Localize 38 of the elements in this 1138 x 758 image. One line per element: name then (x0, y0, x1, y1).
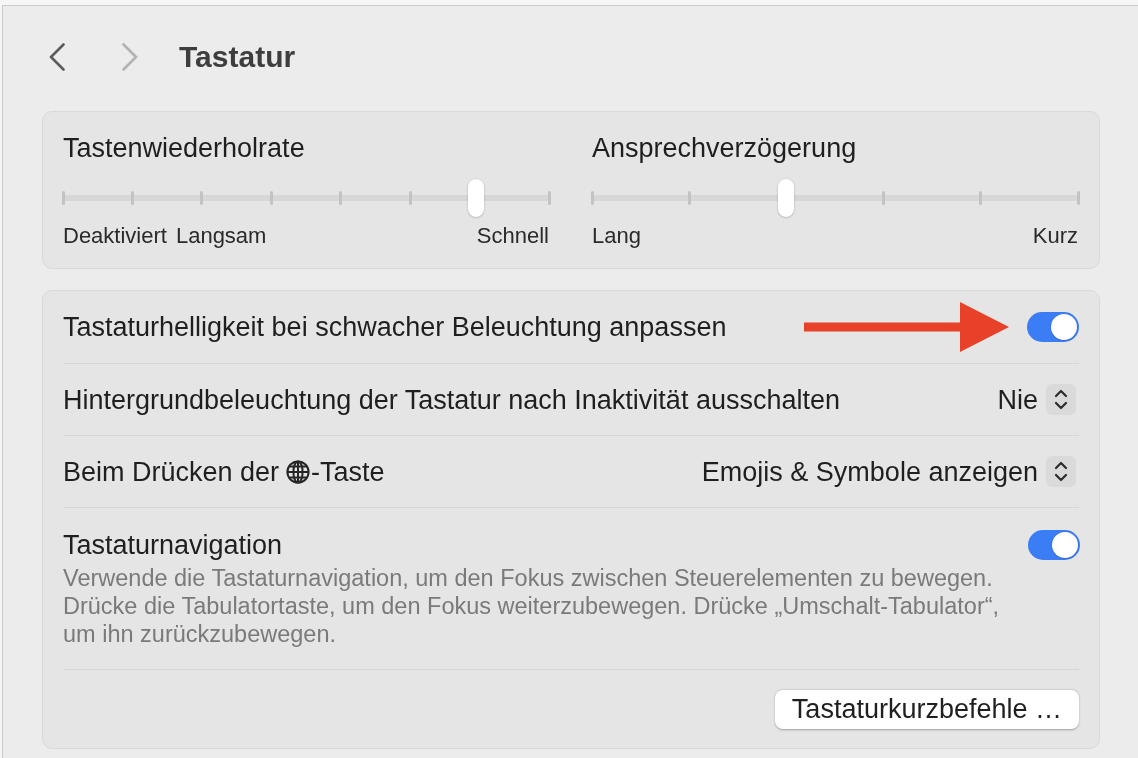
tick-mark (882, 191, 886, 205)
setting-label: -Taste (311, 457, 385, 486)
slider-thumb[interactable] (468, 179, 485, 217)
up-down-chevron-icon (1046, 456, 1076, 487)
tick-mark (200, 191, 204, 205)
page-title: Tastatur (179, 39, 296, 75)
scale-label: Langsam (175, 225, 267, 247)
scale-label: Schnell (476, 225, 549, 247)
shortcuts-button[interactable]: Tastaturkurzbefehle … (774, 690, 1079, 729)
slider-label: Tastenwiederholrate (63, 134, 306, 162)
setting-label: Hintergrundbeleuchtung der Tastatur nach Inaktivität ausschalten (63, 385, 840, 414)
slider-thumb[interactable] (778, 179, 795, 217)
slider-label: Ansprechverzögerung (592, 134, 858, 162)
toggle-switch[interactable] (1027, 312, 1079, 342)
globe-icon (286, 459, 311, 484)
setting-label: Tastaturhelligkeit bei schwacher Beleuchtung anpassen (63, 313, 727, 341)
setting-label: Tastaturnavigation (63, 531, 283, 559)
tick-mark (408, 191, 412, 205)
tick-mark (339, 191, 343, 205)
tick-mark (1076, 191, 1080, 205)
tick-mark (590, 191, 594, 205)
scale-label: Deaktiviert (63, 225, 167, 247)
chevron-left-icon (49, 43, 65, 71)
scale-label: Kurz (1032, 225, 1078, 247)
tick-mark (61, 191, 65, 205)
chevron-right-icon (122, 43, 138, 71)
tick-mark (269, 191, 273, 205)
popup-button[interactable]: Emojis & Symbole anzeigen (701, 456, 1076, 487)
scale-label: Lang (592, 225, 641, 247)
up-down-chevron-icon (1046, 384, 1076, 415)
tick-mark (979, 191, 983, 205)
tick-mark (130, 191, 134, 205)
popup-button[interactable]: Nie (997, 384, 1076, 415)
toggle-switch[interactable] (1028, 530, 1080, 560)
setting-label: Beim Drücken der (63, 457, 280, 486)
tick-mark (547, 191, 551, 205)
tick-mark (687, 191, 691, 205)
setting-description: Verwende die Tastaturnavigation, um den Fokus zwischen Steuerelementen zu bewegen. Drücke die Tabulatortaste, um den Fokus weiterzubewegen. Drücke „Umschalt-Tabulator“, um ihn zurückzubewegen. (63, 564, 1001, 648)
